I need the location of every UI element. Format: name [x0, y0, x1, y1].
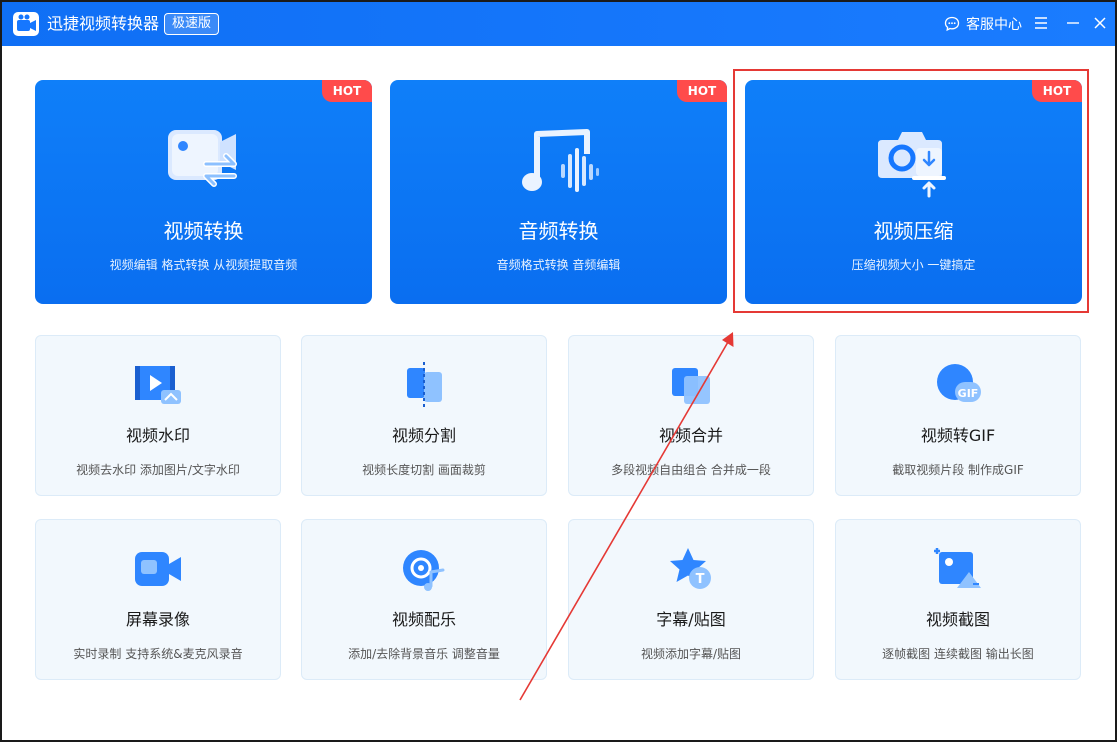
feature-title: 视频压缩	[873, 219, 954, 243]
close-button[interactable]	[1090, 12, 1110, 34]
feature-subtitle: 视频编辑 格式转换 从视频提取音频	[109, 258, 298, 272]
tool-card-merge[interactable]: 视频合并 多段视频自由组合 合并成一段	[568, 335, 814, 496]
hot-badge: HOT	[677, 80, 727, 102]
app-title: 迅捷视频转换器	[47, 14, 160, 33]
tool-subtitle: 添加/去除背景音乐 调整音量	[348, 647, 500, 661]
music-icon	[403, 550, 445, 591]
hamburger-menu-icon	[1035, 17, 1047, 29]
title-bar: 迅捷视频转换器 极速版 客服中心	[2, 2, 1115, 46]
tool-card-split[interactable]: 视频分割 视频长度切割 画面裁剪	[301, 335, 547, 496]
tool-subtitle: 逐帧截图 连续截图 输出长图	[882, 647, 1034, 661]
tool-title: 字幕/贴图	[656, 610, 726, 629]
feature-card-video-convert[interactable]: HOT 视频转换 视频编辑 格式转换 从视频提取音频	[35, 80, 372, 304]
tool-subtitle: 视频添加字幕/贴图	[640, 647, 742, 661]
screenshot-icon	[934, 548, 981, 588]
tool-subtitle: 截取视频片段 制作成GIF	[892, 463, 1024, 477]
tool-card-screen-record[interactable]: 屏幕录像 实时录制 支持系统&麦克风录音	[35, 519, 281, 680]
tool-title: 视频配乐	[391, 610, 456, 629]
tool-subtitle: 实时录制 支持系统&麦克风录音	[73, 647, 243, 661]
gif-icon-label: GIF	[958, 387, 979, 400]
feature-subtitle: 压缩视频大小 一键搞定	[851, 258, 976, 272]
app-window: 迅捷视频转换器 极速版 客服中心 HOT 视频转换 视频编辑 格式转换 从视频提…	[0, 0, 1117, 742]
tool-title: 视频水印	[125, 426, 190, 445]
feature-card-audio-convert[interactable]: HOT 音频转换 音频格式转换 音频编辑	[390, 80, 727, 304]
menu-button[interactable]	[1031, 12, 1051, 34]
video-convert-icon	[167, 130, 237, 187]
tool-title: 视频合并	[658, 426, 723, 445]
tool-card-screenshot[interactable]: 视频截图 逐帧截图 连续截图 输出长图	[835, 519, 1081, 680]
hot-badge: HOT	[1032, 80, 1082, 102]
watermark-icon	[135, 366, 181, 404]
feature-subtitle: 音频格式转换 音频编辑	[496, 258, 621, 272]
tool-card-subtitle-sticker[interactable]: T 字幕/贴图 视频添加字幕/贴图	[568, 519, 814, 680]
tool-title: 视频截图	[925, 610, 990, 629]
tool-subtitle: 多段视频自由组合 合并成一段	[611, 463, 771, 477]
customer-service-label: 客服中心	[966, 17, 1022, 33]
tool-subtitle: 视频长度切割 画面裁剪	[362, 463, 486, 477]
feature-title: 视频转换	[163, 219, 244, 243]
subtitle-icon-label: T	[696, 572, 705, 587]
feature-title: 音频转换	[518, 219, 599, 243]
audio-convert-icon	[521, 129, 599, 192]
tool-title: 视频转GIF	[920, 426, 996, 445]
hot-badge: HOT	[322, 80, 372, 102]
feature-card-video-compress[interactable]: HOT 视频压缩 压缩视频大小 一键搞定	[745, 80, 1082, 304]
merge-icon	[672, 368, 710, 404]
edition-badge: 极速版	[164, 13, 220, 35]
tool-card-watermark[interactable]: 视频水印 视频去水印 添加图片/文字水印	[35, 335, 281, 496]
tool-subtitle: 视频去水印 添加图片/文字水印	[76, 463, 240, 477]
subtitle-sticker-icon: T	[670, 548, 711, 589]
close-icon	[1094, 17, 1106, 29]
tool-card-music[interactable]: 视频配乐 添加/去除背景音乐 调整音量	[301, 519, 547, 680]
gif-icon: GIF	[937, 364, 981, 402]
minimize-button[interactable]	[1063, 12, 1083, 34]
tool-title: 屏幕录像	[125, 610, 190, 629]
app-logo-icon	[13, 12, 39, 36]
screen-record-icon	[135, 552, 181, 586]
minimize-icon	[1067, 22, 1079, 24]
split-icon	[407, 362, 442, 408]
chat-icon	[944, 16, 960, 32]
tool-title: 视频分割	[391, 426, 456, 445]
customer-service-button[interactable]: 客服中心	[944, 14, 1022, 34]
video-compress-icon	[877, 132, 946, 198]
tool-card-gif[interactable]: GIF 视频转GIF 截取视频片段 制作成GIF	[835, 335, 1081, 496]
